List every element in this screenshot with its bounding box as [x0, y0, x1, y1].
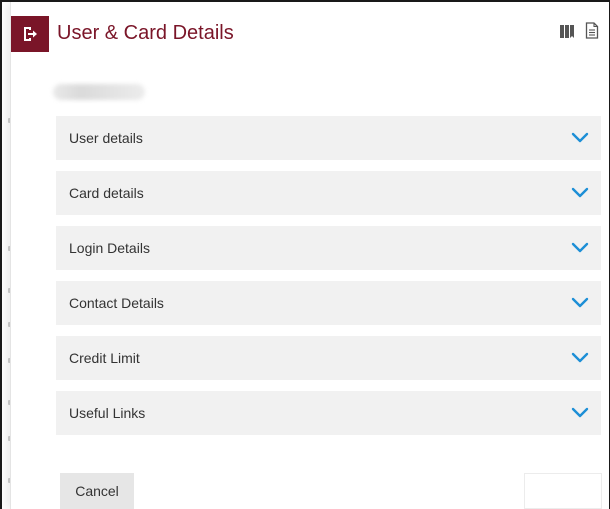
panel-title: User & Card Details: [57, 22, 234, 44]
section-contact-details[interactable]: Contact Details: [56, 281, 601, 325]
redacted-user-name: [53, 84, 145, 100]
save-button[interactable]: [524, 473, 602, 509]
details-accordion: User details Card details Login Details …: [56, 116, 601, 435]
chevron-down-icon: [571, 242, 589, 253]
chevron-down-icon: [571, 352, 589, 363]
user-card-details-panel: User & Card Details User details Card de…: [10, 2, 609, 509]
book-icon[interactable]: [559, 23, 575, 44]
background-page-strip: [2, 2, 12, 509]
section-label: Login Details: [69, 240, 150, 256]
chevron-down-icon: [571, 407, 589, 418]
document-icon[interactable]: [585, 22, 599, 44]
section-useful-links[interactable]: Useful Links: [56, 391, 601, 435]
chevron-down-icon: [571, 187, 589, 198]
section-label: Credit Limit: [69, 350, 140, 366]
section-card-details[interactable]: Card details: [56, 171, 601, 215]
section-label: Card details: [69, 185, 144, 201]
section-login-details[interactable]: Login Details: [56, 226, 601, 270]
cancel-button[interactable]: Cancel: [60, 473, 134, 509]
header-actions: [559, 22, 599, 44]
section-credit-limit[interactable]: Credit Limit: [56, 336, 601, 380]
section-label: Useful Links: [69, 405, 146, 421]
section-label: User details: [69, 130, 143, 146]
chevron-down-icon: [571, 132, 589, 143]
exit-panel-button[interactable]: [11, 16, 49, 52]
chevron-down-icon: [571, 297, 589, 308]
section-label: Contact Details: [69, 295, 164, 311]
exit-icon: [24, 27, 37, 41]
section-user-details[interactable]: User details: [56, 116, 601, 160]
